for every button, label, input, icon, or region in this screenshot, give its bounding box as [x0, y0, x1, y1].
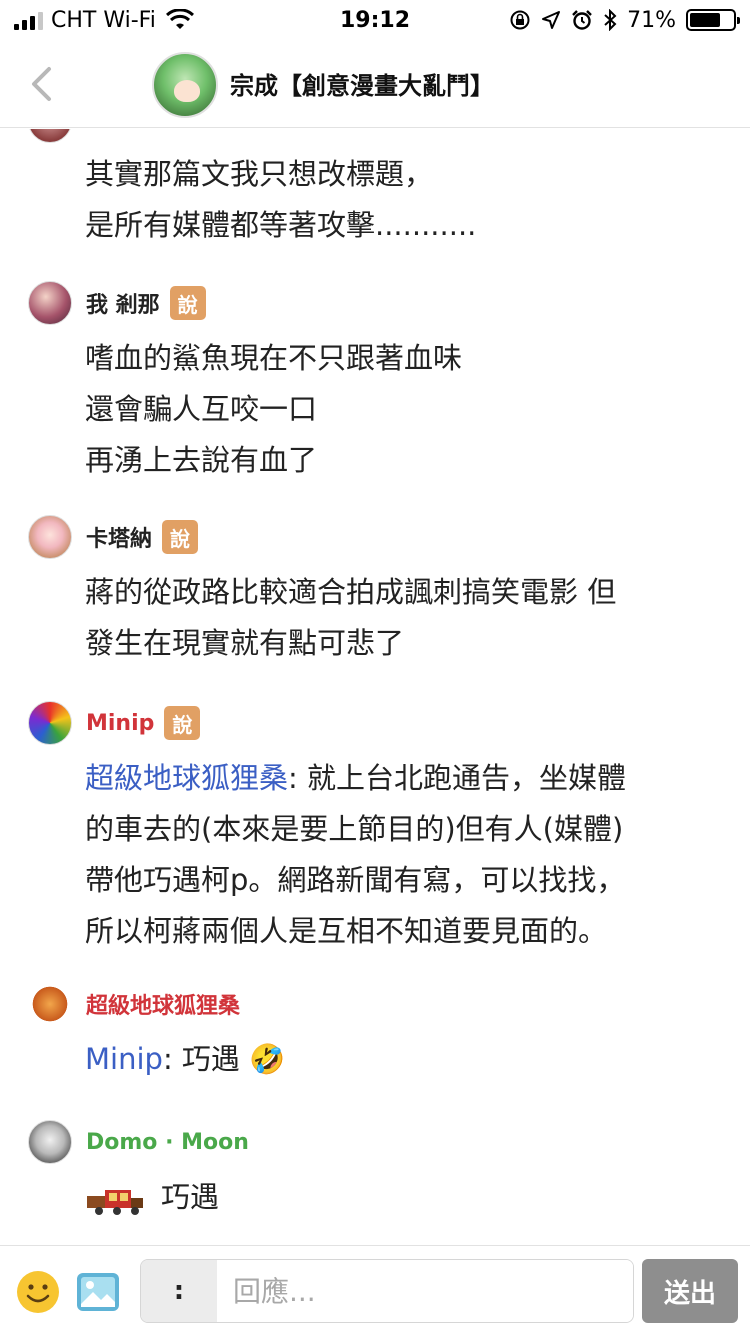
author-name[interactable]: 我 剎那 [86, 287, 160, 319]
board-avatar[interactable] [152, 52, 218, 118]
comment-line: Minip: 巧遇 🤣 [85, 1034, 285, 1085]
reply-input[interactable] [217, 1260, 633, 1322]
comment-header: 超級地球狐狸桑 [28, 982, 240, 1026]
composer-bar: : 送出 [0, 1245, 750, 1334]
comment-line: 發生在現實就有點可悲了 [85, 626, 405, 660]
smiley-icon [17, 1271, 59, 1313]
say-badge: 說 [164, 706, 201, 740]
comment-text: : 就上台北跑通告，坐媒體 [288, 761, 627, 795]
say-badge: 說 [162, 520, 199, 554]
comment-header [28, 129, 72, 143]
alarm-icon [572, 10, 592, 30]
author-name[interactable]: 卡塔納 [86, 521, 152, 553]
comment-body: Minip: 巧遇 🤣 [85, 1034, 285, 1085]
sticker-icon [87, 1190, 143, 1215]
battery-level [690, 13, 720, 27]
wifi-icon [165, 9, 194, 29]
comment-line: 超級地球狐狸桑: 就上台北跑通告，坐媒體 [85, 753, 626, 804]
reply-prefix[interactable]: : [141, 1260, 217, 1322]
comment-line: 再湧上去說有血了 [85, 443, 318, 477]
image-button[interactable] [76, 1270, 120, 1314]
comment-line: 還會騙人互咬一口 [85, 392, 318, 426]
comment-line: 是所有媒體都等著攻擊........... [85, 208, 477, 242]
comment-header: 我 剎那 說 [28, 281, 206, 325]
comment-text: : 巧遇 🤣 [162, 1042, 286, 1076]
comment-line: 嗜血的鯊魚現在不只跟著血味 [85, 341, 463, 375]
location-icon [542, 11, 561, 29]
battery-icon [686, 9, 740, 31]
comment-line: 帶他巧遇柯p。網路新聞有寫，可以找找， [85, 863, 626, 897]
emoji-button[interactable] [16, 1270, 60, 1314]
comment-line: 其實那篇文我只想改標題， [85, 157, 434, 191]
comment-header: Minip 說 [28, 701, 201, 745]
rotation-lock-icon [510, 10, 530, 30]
comment-line: 的車去的(本來是要上節目的)但有人(媒體) [85, 812, 624, 846]
avatar[interactable] [28, 515, 72, 559]
avatar[interactable] [28, 1120, 72, 1164]
bluetooth-icon [604, 9, 617, 31]
chat-header: 宗成【創意漫畫大亂鬥】 [0, 40, 750, 128]
author-name[interactable]: Minip [86, 711, 154, 736]
carrier-name: CHT Wi-Fi [51, 7, 156, 33]
avatar[interactable] [28, 129, 72, 143]
page-title: 宗成【創意漫畫大亂鬥】 [230, 72, 494, 100]
send-button[interactable]: 送出 [642, 1259, 738, 1323]
author-name[interactable]: Domo · Moon [86, 1130, 249, 1155]
avatar[interactable] [28, 982, 72, 1026]
comment-line: 巧遇 [85, 1172, 219, 1223]
comment-header: 卡塔納 說 [28, 515, 199, 559]
author-name[interactable]: 超級地球狐狸桑 [86, 988, 240, 1020]
avatar[interactable] [28, 281, 72, 325]
image-icon [77, 1273, 119, 1311]
comment-body: 超級地球狐狸桑: 就上台北跑通告，坐媒體 的車去的(本來是要上節目的)但有人(媒… [85, 753, 626, 957]
reply-field: : [140, 1259, 634, 1323]
comment-text: 巧遇 [161, 1180, 220, 1214]
comment-body: 嗜血的鯊魚現在不只跟著血味 還會騙人互咬一口 再湧上去說有血了 [85, 333, 462, 486]
comment-list[interactable]: 其實那篇文我只想改標題， 是所有媒體都等著攻擊........... 我 剎那 … [0, 129, 750, 1245]
chevron-left-icon [32, 67, 51, 101]
say-badge: 說 [169, 286, 206, 320]
avatar[interactable] [28, 701, 72, 745]
back-button[interactable] [26, 64, 56, 104]
mention-link[interactable]: Minip [85, 1042, 163, 1076]
status-bar: CHT Wi-Fi 19:12 71% [0, 0, 750, 40]
signal-icon [14, 10, 43, 30]
comment-body: 蔣的從政路比較適合拍成諷刺搞笑電影 但 發生在現實就有點可悲了 [85, 567, 616, 669]
comment-header: Domo · Moon [28, 1120, 249, 1164]
battery-percent: 71% [627, 7, 676, 33]
comment-body: 巧遇 [85, 1172, 219, 1223]
mention-link[interactable]: 超級地球狐狸桑 [85, 761, 288, 795]
comment-line: 蔣的從政路比較適合拍成諷刺搞笑電影 但 [85, 575, 617, 609]
comment-body: 其實那篇文我只想改標題， 是所有媒體都等著攻擊........... [85, 149, 476, 251]
comment-line: 所以柯蔣兩個人是互相不知道要見面的。 [85, 914, 608, 948]
